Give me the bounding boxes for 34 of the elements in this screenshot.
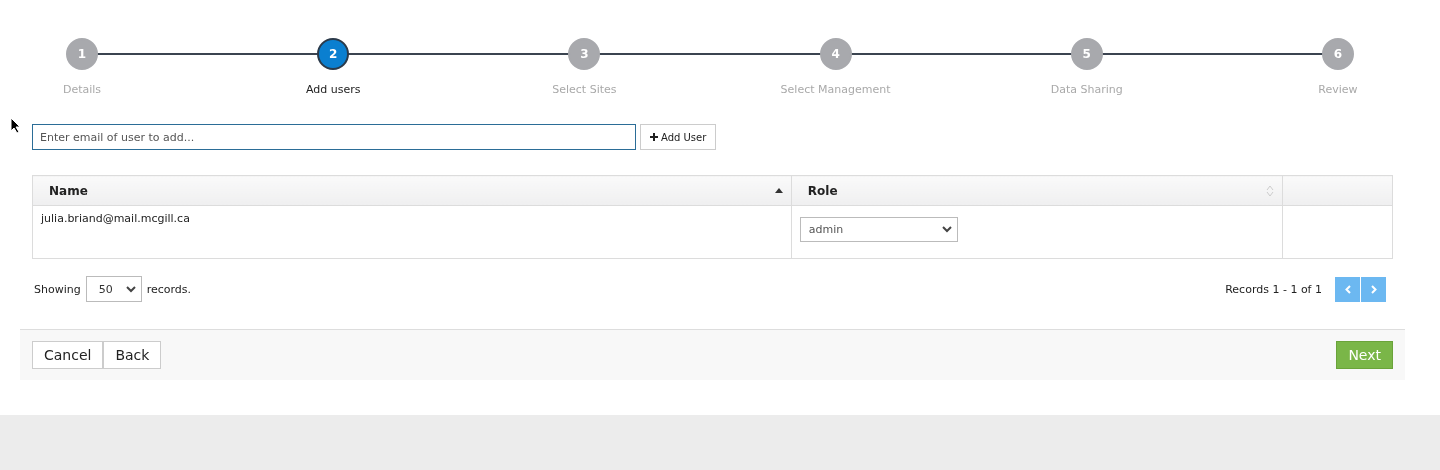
step-circle: 3 <box>568 38 601 70</box>
back-button[interactable]: Back <box>103 341 162 369</box>
chevron-down-icon <box>125 285 136 293</box>
add-user-button[interactable]: Add User <box>640 124 717 150</box>
step-label: Select Sites <box>552 83 617 96</box>
sort-up-icon <box>774 188 783 193</box>
role-dropdown[interactable]: admin <box>799 217 958 242</box>
plus-icon <box>650 133 658 141</box>
user-email: julia.briand@mail.mcgill.ca <box>41 212 190 225</box>
step-circle: 2 <box>317 38 350 70</box>
step-label: Select Management <box>780 83 891 96</box>
records-label: records. <box>146 282 192 296</box>
chevron-right-icon <box>1370 284 1377 294</box>
next-page-button[interactable] <box>1361 276 1386 302</box>
step-label: Review <box>1318 83 1358 96</box>
email-input[interactable]: Enter email of user to add... <box>32 124 636 150</box>
step-circle: 1 <box>66 38 98 70</box>
sort-icon <box>1266 184 1275 197</box>
column-header[interactable]: Name <box>32 175 792 206</box>
page-size-dropdown[interactable]: 50 <box>85 276 142 302</box>
step-label: Data Sharing <box>1050 83 1123 96</box>
chevron-down-icon <box>941 226 952 233</box>
step-circle: 6 <box>1321 38 1354 70</box>
step-label: Details <box>62 83 102 96</box>
step-label: Add users <box>305 83 361 96</box>
step-circle: 4 <box>819 38 852 70</box>
records-summary: Records 1 - 1 of 1 <box>1225 282 1322 296</box>
showing-label: Showing <box>34 282 81 296</box>
chevron-left-icon <box>1344 284 1351 294</box>
mouse-pointer-icon <box>10 117 21 134</box>
step-circle: 5 <box>1070 38 1103 70</box>
previous-page-button[interactable] <box>1335 276 1360 302</box>
column-header[interactable]: Role <box>791 175 1283 206</box>
cancel-button[interactable]: Cancel <box>32 341 104 369</box>
